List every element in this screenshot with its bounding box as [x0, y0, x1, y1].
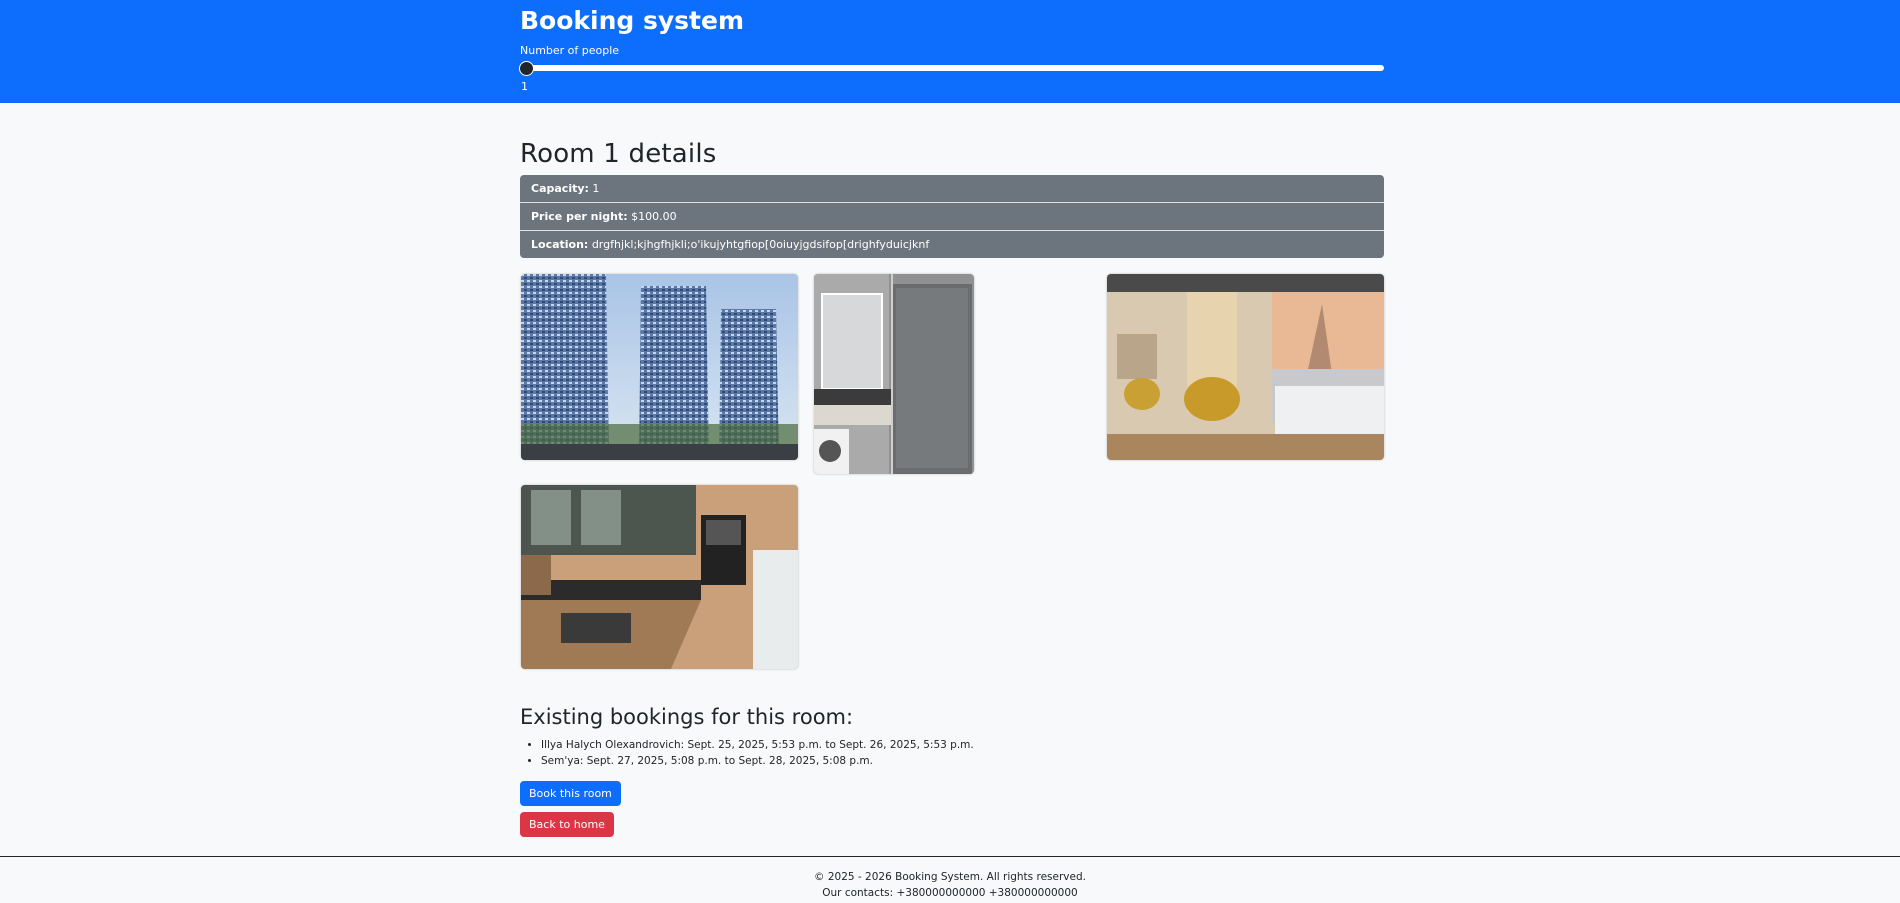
people-slider-label: Number of people [520, 44, 620, 57]
detail-price: Price per night: $100.00 [520, 203, 1384, 231]
app-title: Booking system [520, 6, 745, 35]
bathroom-photo[interactable] [814, 274, 974, 474]
detail-value: drgfhjkl;kjhgfhjkli;o'ikujyhtgfiop[0oiuy… [591, 238, 930, 251]
bookings-list: Illya Halych Olexandrovich: Sept. 25, 20… [520, 737, 1384, 769]
bookings-title: Existing bookings for this room: [520, 705, 854, 729]
detail-value: 1 [592, 182, 600, 195]
room-details-list: Capacity: 1 Price per night: $100.00 Loc… [520, 175, 1384, 258]
top-header: Booking system Number of people 1 [0, 0, 1900, 103]
detail-label: Location: [531, 238, 589, 251]
slider-track[interactable] [520, 65, 1384, 71]
booking-item: Illya Halych Olexandrovich: Sept. 25, 20… [541, 737, 1384, 753]
room-gallery [520, 274, 1384, 679]
footer: © 2025 - 2026 Booking System. All rights… [0, 856, 1900, 903]
detail-label: Price per night: [531, 210, 628, 223]
page-title: Room 1 details [520, 139, 717, 169]
footer-contacts: Our contacts: +380000000000 +38000000000… [822, 887, 1078, 899]
main-content: Room 1 details Capacity: 1 Price per nig… [0, 103, 1900, 837]
back-home-button[interactable]: Back to home [520, 812, 614, 837]
detail-capacity: Capacity: 1 [520, 175, 1384, 203]
building-exterior-photo[interactable] [521, 274, 798, 460]
detail-label: Capacity: [531, 182, 589, 195]
booking-item: Sem'ya: Sept. 27, 2025, 5:08 p.m. to Sep… [541, 753, 1384, 769]
people-slider[interactable] [519, 58, 1384, 76]
footer-copyright: © 2025 - 2026 Booking System. All rights… [814, 871, 1086, 883]
kitchen-photo[interactable] [521, 485, 798, 669]
detail-location: Location: drgfhjkl;kjhgfhjkli;o'ikujyhtg… [520, 231, 1384, 258]
people-slider-value: 1 [521, 80, 528, 93]
slider-thumb[interactable] [519, 61, 534, 76]
book-room-button[interactable]: Book this room [520, 781, 621, 806]
detail-value: $100.00 [631, 210, 677, 223]
bedroom-photo[interactable] [1107, 274, 1384, 460]
